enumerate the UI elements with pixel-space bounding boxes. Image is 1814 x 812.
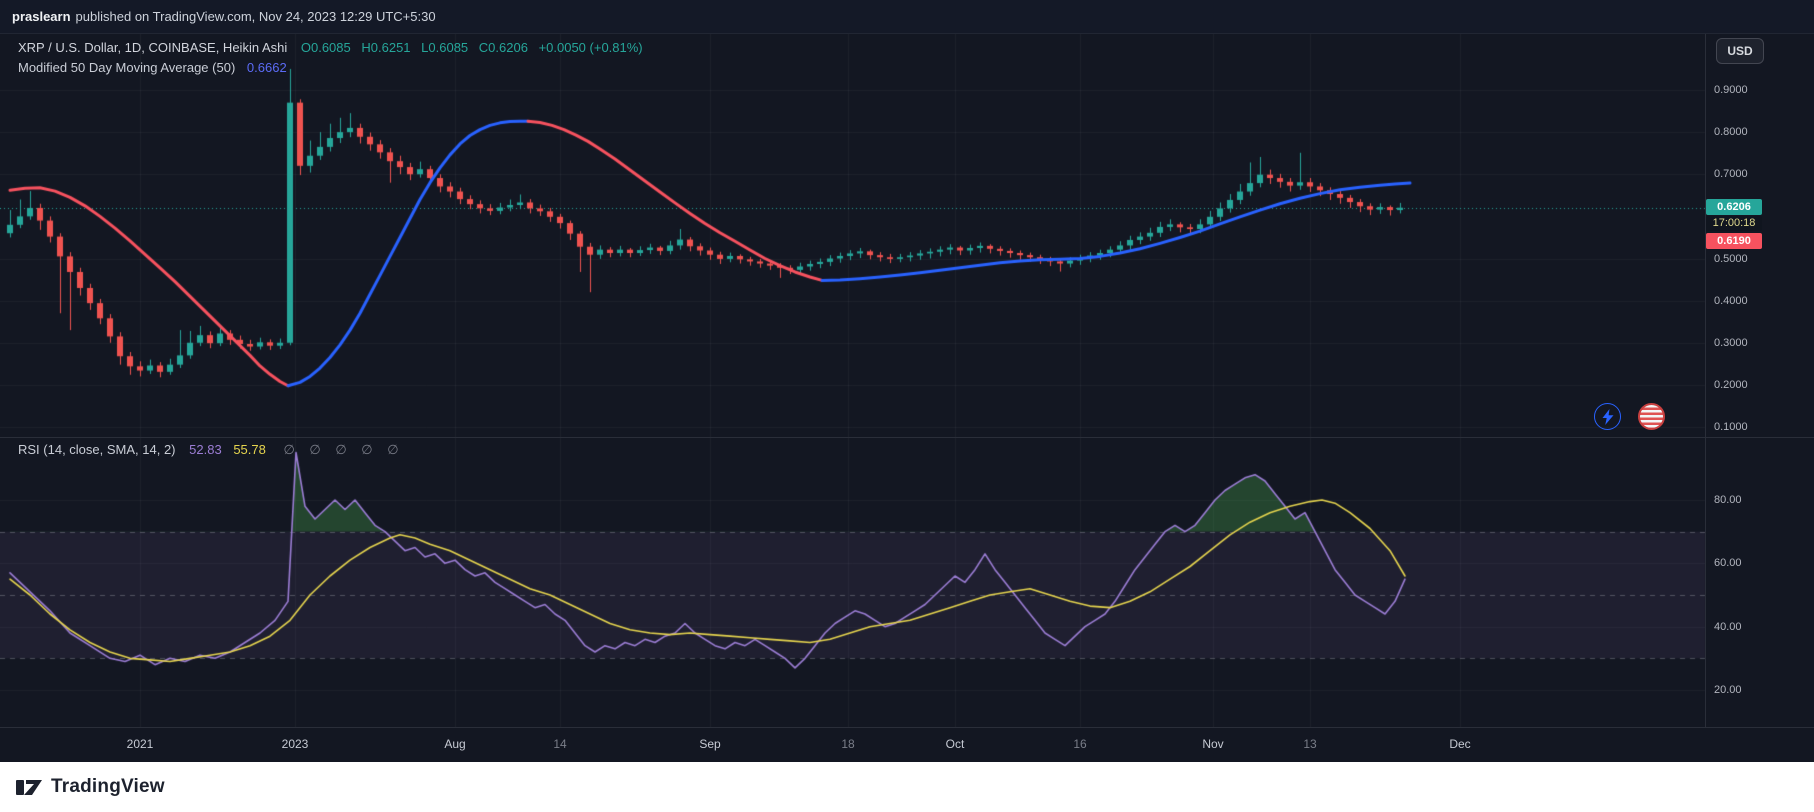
indicator-legend-row: Modified 50 Day Moving Average (50) 0.66… bbox=[18, 58, 650, 78]
time-axis-label: Dec bbox=[1449, 737, 1470, 751]
last-price-badge: 0.6206 bbox=[1706, 199, 1762, 215]
price-axis-label: 0.3000 bbox=[1714, 336, 1748, 350]
tradingview-wordmark: TradingView bbox=[51, 776, 165, 798]
indicator-value: 0.6662 bbox=[247, 60, 287, 75]
price-axis-label: 0.1000 bbox=[1714, 420, 1748, 434]
symbol-legend: XRP / U.S. Dollar, 1D, COINBASE, Heikin … bbox=[18, 38, 650, 78]
publish-author: praslearn bbox=[12, 9, 71, 24]
flag-icon[interactable] bbox=[1638, 403, 1665, 430]
rsi-axis-label: 20.00 bbox=[1714, 683, 1742, 697]
time-axis-label: Nov bbox=[1202, 737, 1223, 751]
symbol-legend-row: XRP / U.S. Dollar, 1D, COINBASE, Heikin … bbox=[18, 38, 650, 58]
chart-float-icons bbox=[1594, 403, 1665, 430]
ohlc-high: H0.6251 bbox=[361, 40, 410, 55]
price-axis-label: 0.5000 bbox=[1714, 252, 1748, 266]
rsi-empty-values: ∅ ∅ ∅ ∅ ∅ bbox=[283, 442, 398, 457]
tradingview-mark-icon bbox=[14, 775, 44, 799]
time-axis-label: 18 bbox=[841, 737, 854, 751]
rsi-value: 52.83 bbox=[189, 442, 222, 457]
time-axis[interactable]: 2021 2023 Aug 14 Sep 18 Oct 16 Nov 13 Dec bbox=[0, 727, 1814, 762]
price-axis-label: 0.9000 bbox=[1714, 83, 1748, 97]
rsi-legend: RSI (14, close, SMA, 14, 2) 52.83 55.78 … bbox=[18, 441, 399, 458]
publish-header: praslearn published on TradingView.com, … bbox=[0, 0, 1814, 34]
lightning-icon[interactable] bbox=[1594, 403, 1621, 430]
time-axis-label: 16 bbox=[1073, 737, 1086, 751]
ohlc-close: C0.6206 bbox=[479, 40, 528, 55]
publish-info: published on TradingView.com, Nov 24, 20… bbox=[76, 9, 436, 24]
ohlc-low: L0.6085 bbox=[421, 40, 468, 55]
time-axis-label: 14 bbox=[553, 737, 566, 751]
footer: TradingView bbox=[0, 762, 1814, 812]
secondary-price-badge: 0.6190 bbox=[1706, 233, 1762, 249]
published-chart-page: praslearn published on TradingView.com, … bbox=[0, 0, 1814, 812]
rsi-axis-label: 40.00 bbox=[1714, 620, 1742, 634]
rsi-axis-label: 80.00 bbox=[1714, 493, 1742, 507]
currency-toggle-button[interactable]: USD bbox=[1716, 38, 1764, 64]
tradingview-logo[interactable]: TradingView bbox=[14, 775, 165, 799]
rsi-axis-label: 60.00 bbox=[1714, 556, 1742, 570]
time-axis-label: Aug bbox=[444, 737, 465, 751]
price-axis-label: 0.7000 bbox=[1714, 167, 1748, 181]
price-axis-label: 0.8000 bbox=[1714, 125, 1748, 139]
ohlc-change: +0.0050 (+0.81%) bbox=[539, 40, 643, 55]
indicator-label: Modified 50 Day Moving Average (50) bbox=[18, 60, 235, 75]
price-axis-label: 0.2000 bbox=[1714, 378, 1748, 392]
countdown-badge: 17:00:18 bbox=[1706, 216, 1762, 231]
time-axis-label: 2023 bbox=[282, 737, 309, 751]
rsi-signal-value: 55.78 bbox=[233, 442, 266, 457]
pane-separator[interactable] bbox=[0, 437, 1814, 438]
time-axis-label: 13 bbox=[1303, 737, 1316, 751]
time-axis-label: Sep bbox=[699, 737, 720, 751]
time-axis-label: Oct bbox=[946, 737, 965, 751]
rsi-label: RSI (14, close, SMA, 14, 2) bbox=[18, 442, 176, 457]
symbol-title: XRP / U.S. Dollar, 1D, COINBASE, Heikin … bbox=[18, 40, 287, 55]
price-axis-label: 0.4000 bbox=[1714, 294, 1748, 308]
price-axis[interactable]: 0.9000 0.8000 0.7000 0.5000 0.4000 0.3000 0.20… bbox=[1705, 34, 1814, 727]
price-chart-canvas[interactable] bbox=[0, 0, 1814, 812]
ohlc-open: O0.6085 bbox=[301, 40, 351, 55]
time-axis-label: 2021 bbox=[127, 737, 154, 751]
